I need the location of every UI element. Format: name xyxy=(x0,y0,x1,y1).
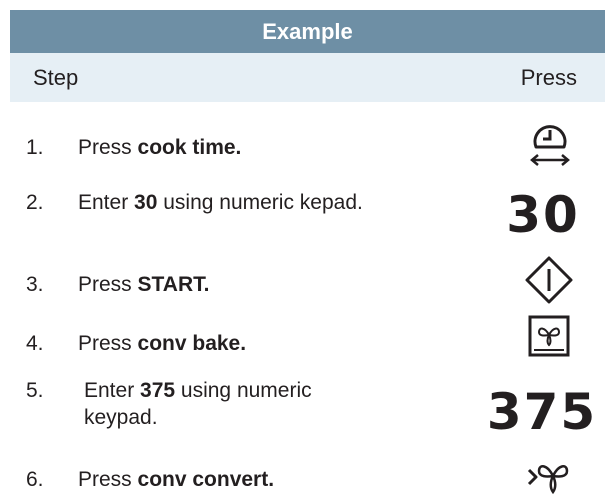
step-text: Press START. xyxy=(78,273,210,296)
step-text: Press conv bake. xyxy=(78,332,247,355)
step-number: 2. xyxy=(26,191,44,214)
step-number: 4. xyxy=(26,332,44,355)
header-title: Example xyxy=(262,18,353,44)
step-row-3: 3. Press START. xyxy=(26,271,378,298)
step-number: 6. xyxy=(26,468,44,491)
press-value: 375 xyxy=(486,383,598,441)
cook-time-icon xyxy=(520,118,580,170)
step-number: 3. xyxy=(26,273,44,296)
column-header-step: Step xyxy=(33,65,79,90)
column-header-press: Press xyxy=(520,65,577,90)
step-text: Enter 375 using numeric keypad. xyxy=(84,379,312,429)
conv-bake-icon xyxy=(519,311,579,361)
press-value: 30 xyxy=(506,186,580,244)
start-icon xyxy=(518,252,580,308)
step-number: 1. xyxy=(26,136,44,159)
step-text: Press conv convert. xyxy=(78,468,275,491)
conv-convert-icon xyxy=(516,456,580,498)
step-row-4: 4. Press conv bake. xyxy=(26,330,378,357)
step-text: Press cook time. xyxy=(78,136,242,159)
column-header-bar: Step Press xyxy=(10,53,605,102)
press-number-375: 375 xyxy=(478,380,606,444)
step-row-2: 2. Enter 30 using numeric kepad. xyxy=(26,189,368,216)
step-row-6: 6. Press conv convert. xyxy=(26,466,378,493)
step-row-5: 5. Enter 375 using numeric keypad. xyxy=(26,377,374,431)
step-row-1: 1. Press cook time. xyxy=(26,134,378,161)
step-text: Enter 30 using numeric kepad. xyxy=(78,191,363,214)
step-number: 5. xyxy=(26,379,44,402)
press-number-30: 30 xyxy=(498,184,588,246)
example-header: Example xyxy=(10,10,605,53)
